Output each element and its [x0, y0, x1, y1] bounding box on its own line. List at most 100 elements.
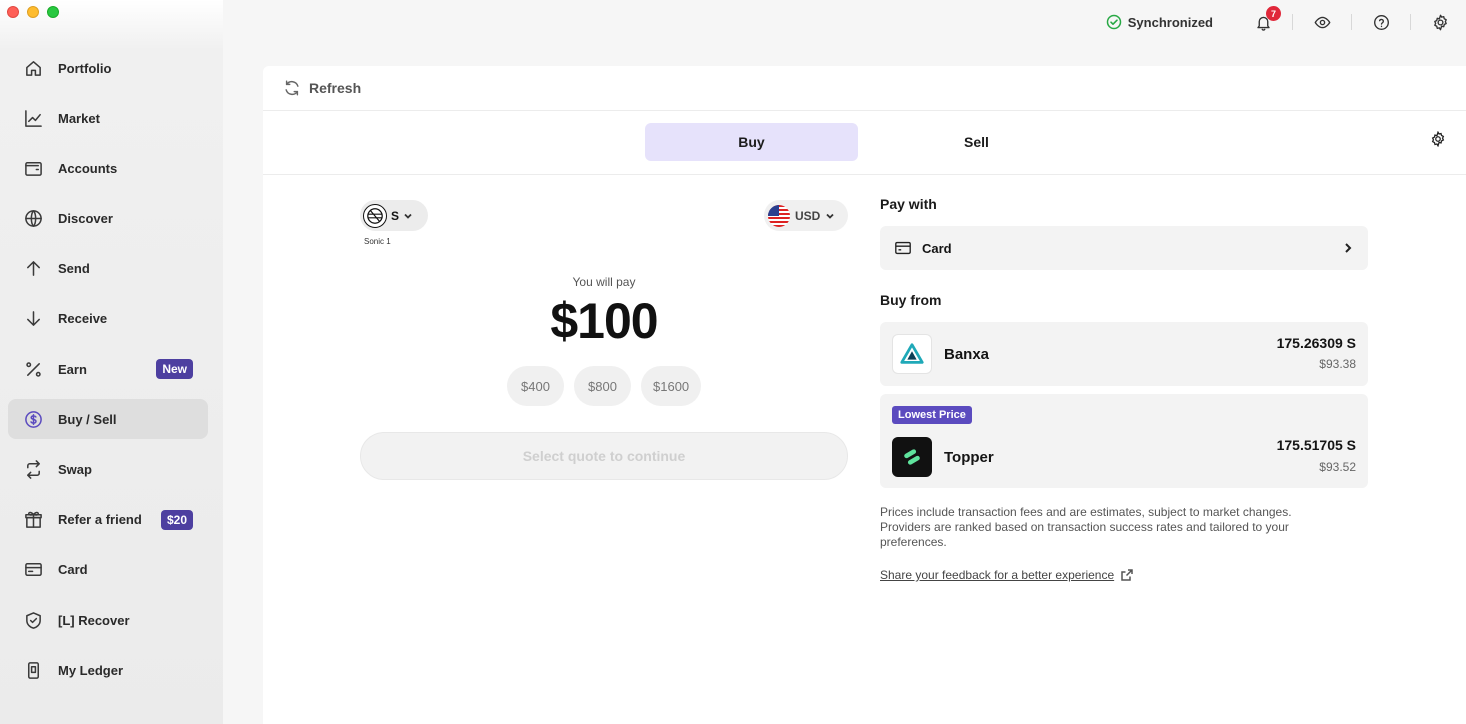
- sidebar-item-accounts[interactable]: Accounts: [8, 148, 208, 188]
- sidebar-item-swap[interactable]: Swap: [8, 450, 208, 490]
- chart-icon: [23, 108, 43, 128]
- payment-method-label: Card: [922, 240, 952, 256]
- banxa-logo-icon: [892, 334, 932, 374]
- zoom-window-button[interactable]: [47, 6, 59, 18]
- divider: [1410, 14, 1411, 30]
- sidebar-item-my-ledger[interactable]: My Ledger: [8, 650, 208, 690]
- dollar-circle-icon: [23, 409, 43, 429]
- device-icon: [23, 660, 43, 680]
- sidebar-item-earn[interactable]: Earn New: [8, 349, 208, 389]
- help-icon: [1373, 14, 1389, 30]
- provider-quote-banxa[interactable]: Banxa 175.26309 S $93.38: [880, 322, 1368, 386]
- asset-symbol: S: [391, 208, 400, 223]
- card-icon: [23, 560, 43, 580]
- sidebar-item-label: Discover: [58, 211, 113, 227]
- sidebar-item-label: Swap: [58, 462, 92, 477]
- refresh-button[interactable]: Refresh: [263, 66, 1466, 111]
- pricing-disclaimer: Prices include transaction fees and are …: [880, 505, 1292, 549]
- preset-1600-button[interactable]: $1600: [641, 366, 702, 406]
- pay-label: You will pay: [572, 275, 636, 289]
- us-flag-icon: [768, 204, 790, 227]
- external-link-icon: [1121, 569, 1133, 581]
- provider-fiat-amount: $93.38: [1319, 357, 1356, 371]
- sidebar-item-discover[interactable]: Discover: [8, 199, 208, 239]
- tab-sell[interactable]: Sell: [870, 123, 1083, 161]
- refresh-icon: [285, 80, 299, 96]
- sidebar-item-label: Buy / Sell: [58, 411, 117, 427]
- provider-name: Topper: [944, 449, 994, 466]
- amount-presets: $400 $800 $1600: [507, 366, 702, 406]
- gear-icon: [1433, 14, 1447, 30]
- feedback-link[interactable]: Share your feedback for a better experie…: [880, 568, 1368, 582]
- swap-icon: [23, 460, 43, 480]
- sidebar-item-label: Receive: [58, 311, 108, 327]
- eye-icon: [1314, 16, 1330, 28]
- card-icon: [895, 241, 911, 255]
- payment-method-selector[interactable]: Card: [880, 226, 1368, 270]
- chevron-down-icon: [826, 213, 834, 219]
- wallet-icon: [23, 158, 43, 178]
- arrow-down-icon: [23, 309, 43, 329]
- asset-network-label: Sonic 1: [364, 237, 391, 246]
- buy-sell-tabs: Buy Sell: [263, 111, 1466, 175]
- divider: [1351, 14, 1352, 30]
- sidebar-item-buy-sell[interactable]: Buy / Sell: [8, 399, 208, 440]
- globe-icon: [23, 209, 43, 229]
- chevron-right-icon: [1345, 243, 1352, 253]
- sidebar-nav: Portfolio Market Accounts Discover Send …: [8, 48, 208, 700]
- provider-crypto-amount: 175.51705 S: [1276, 437, 1356, 453]
- sync-status-label: Synchronized: [1127, 14, 1213, 30]
- arrow-up-icon: [23, 259, 43, 279]
- sidebar-item-send[interactable]: Send: [8, 249, 208, 289]
- pay-with-title: Pay with: [880, 196, 937, 212]
- continue-button[interactable]: Select quote to continue: [360, 432, 848, 480]
- sidebar-item-label: Market: [58, 110, 100, 126]
- sonic-logo-icon: [363, 203, 387, 228]
- panel-settings-button[interactable]: [1430, 130, 1446, 148]
- discreet-mode-button[interactable]: [1312, 12, 1332, 32]
- close-window-button[interactable]: [7, 6, 19, 18]
- sidebar-item-label: Card: [58, 562, 88, 578]
- gift-icon: [23, 510, 43, 530]
- sidebar-item-label: Send: [58, 261, 90, 277]
- sidebar-item-label: Accounts: [58, 160, 118, 176]
- tab-buy[interactable]: Buy: [645, 123, 858, 161]
- sidebar-item-portfolio[interactable]: Portfolio: [8, 48, 208, 88]
- provider-crypto-amount: 175.26309 S: [1276, 335, 1356, 351]
- sidebar-item-receive[interactable]: Receive: [8, 299, 208, 339]
- sync-status[interactable]: Synchronized: [1106, 14, 1213, 30]
- topper-logo-icon: [892, 437, 932, 477]
- sidebar-item-label: Portfolio: [58, 60, 112, 76]
- sidebar-item-label: [L] Recover: [58, 612, 130, 628]
- currency-selector[interactable]: USD: [764, 200, 848, 231]
- help-button[interactable]: [1371, 12, 1391, 32]
- notification-count-badge: 7: [1266, 6, 1281, 21]
- sidebar-item-label: My Ledger: [58, 662, 124, 678]
- percent-icon: [23, 359, 43, 379]
- chevron-down-icon: [404, 213, 412, 219]
- sidebar-item-refer[interactable]: Refer a friend $20: [8, 500, 208, 540]
- home-icon: [23, 58, 43, 78]
- quote-section: Pay with Card Buy from Banxa 175.26309 S…: [880, 196, 1368, 582]
- window-controls: [7, 6, 59, 18]
- minimize-window-button[interactable]: [27, 6, 39, 18]
- shield-icon: [23, 610, 43, 630]
- sidebar-item-card[interactable]: Card: [8, 550, 208, 590]
- sidebar-item-market[interactable]: Market: [8, 98, 208, 138]
- buy-from-title: Buy from: [880, 292, 942, 308]
- new-badge: New: [156, 359, 193, 380]
- settings-button[interactable]: [1430, 12, 1450, 32]
- amount-input[interactable]: $100: [360, 292, 848, 350]
- preset-800-button[interactable]: $800: [574, 366, 631, 406]
- notifications-button[interactable]: 7: [1253, 6, 1281, 32]
- top-bar: Synchronized 7: [223, 0, 1466, 44]
- currency-code: USD: [795, 208, 821, 223]
- sidebar-item-recover[interactable]: [L] Recover: [8, 600, 208, 640]
- buy-sell-panel: Refresh Buy Sell S Sonic 1 USD You will …: [263, 66, 1466, 724]
- asset-selector[interactable]: S: [360, 200, 428, 231]
- sidebar-item-label: Refer a friend: [58, 512, 142, 528]
- provider-quote-topper[interactable]: Lowest Price Topper 175.51705 S $93.52: [880, 394, 1368, 488]
- referral-reward-badge: $20: [160, 509, 193, 530]
- sidebar: Portfolio Market Accounts Discover Send …: [0, 0, 223, 724]
- preset-400-button[interactable]: $400: [507, 366, 564, 406]
